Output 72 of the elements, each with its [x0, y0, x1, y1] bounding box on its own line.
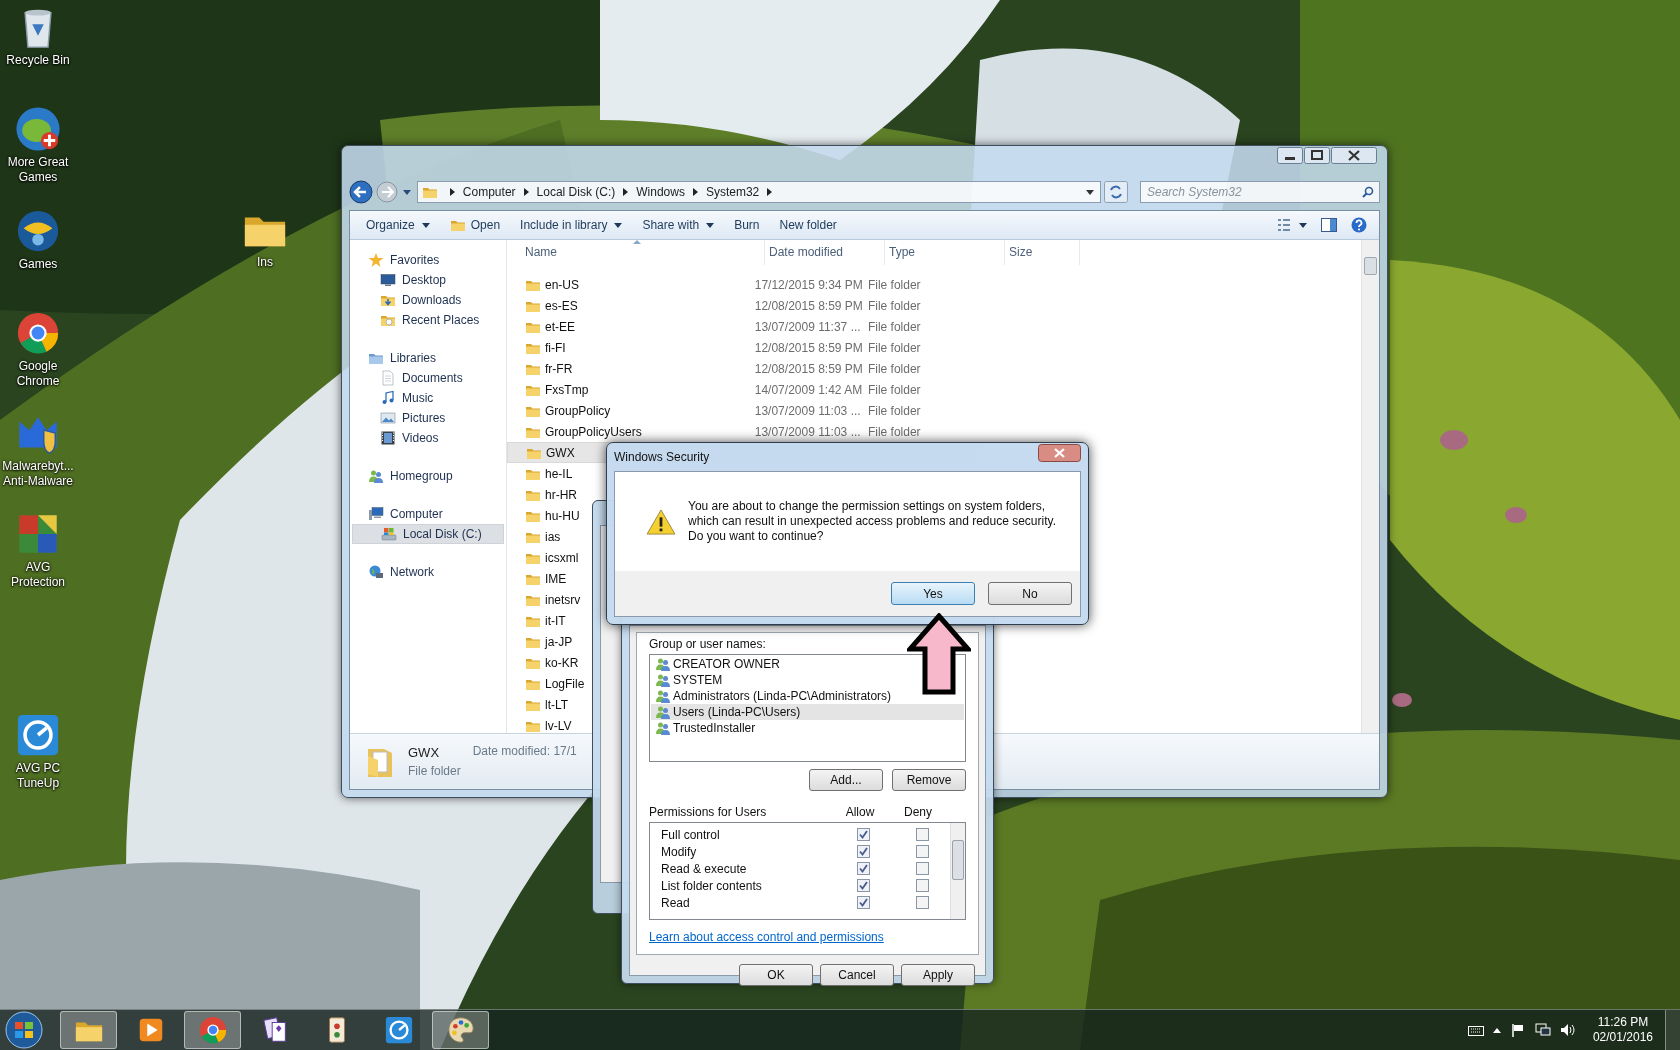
nav-label: Documents [402, 371, 463, 385]
type-cell-text: File folder [866, 382, 922, 397]
file-name: es-ES [545, 298, 578, 313]
file-name: icsxml [545, 550, 579, 565]
file-name: inetsrv [545, 592, 581, 607]
file-name: fr-FR [545, 361, 573, 376]
user-name: TrustedInstaller [673, 721, 756, 735]
file-name: en-US [545, 277, 579, 292]
file-name: et-EE [545, 319, 575, 334]
type-cell-text: File folder [866, 424, 922, 439]
clock-date: 02/01/2016 [1592, 1030, 1653, 1045]
user-name: Users (Linda-PC\Users) [673, 705, 801, 719]
nav-label: Homegroup [390, 469, 453, 483]
date-cell-text: 14/07/2009 1:42 AM [753, 382, 864, 397]
clock-time: 11:26 PM [1597, 1015, 1649, 1030]
file-name: fi-FI [545, 340, 566, 355]
column-header: Deny [903, 805, 933, 819]
item-name: GWX [408, 745, 441, 760]
nav-label: Videos [402, 431, 439, 445]
type-cell-text: File folder [866, 277, 922, 292]
file-name: it-IT [545, 613, 566, 628]
file-name: IME [545, 571, 567, 586]
user-name: SYSTEM [673, 673, 723, 687]
date-cell-text: 12/08/2015 8:59 PM [753, 340, 864, 355]
nav-label: Desktop [402, 273, 447, 287]
type-cell-text: File folder [866, 403, 922, 418]
file-name: ko-KR [545, 655, 579, 670]
type-cell-text: File folder [866, 340, 922, 355]
permission-name: Read & execute [661, 861, 748, 876]
nav-label: Recent Places [402, 313, 480, 327]
nav-label: Network [390, 565, 434, 579]
permissions-label: Permissions for Users [649, 805, 768, 819]
date-modified-text: Date modified: 17/1 [472, 744, 577, 758]
user-name: Administrators (Linda-PC\Administrators) [673, 689, 892, 703]
type-cell-text: File folder [866, 298, 922, 313]
file-name: LogFile [545, 676, 585, 691]
dialog-title: Windows Security [614, 450, 710, 464]
file-name: GroupPolicy [545, 403, 611, 418]
date-cell-text: 12/08/2015 8:59 PM [753, 298, 864, 313]
file-name: hr-HR [545, 487, 577, 502]
file-name: lt-LT [545, 697, 569, 712]
file-name: hu-HU [545, 508, 580, 523]
permission-name: List folder contents [661, 878, 763, 893]
nav-label: Computer [390, 507, 443, 521]
file-name: ja-JP [545, 634, 573, 649]
date-cell-text: 17/12/2015 9:34 PM [753, 277, 864, 292]
nav-label: Libraries [390, 351, 437, 365]
date-cell-text: 12/08/2015 8:59 PM [753, 361, 864, 376]
dialog-message: You are about to change the permission settings on system folders, which can result in unexpected access problems and reduce security. Do you want to continue? [688, 499, 1057, 544]
group-label: Group or user names: [649, 637, 767, 651]
file-name: GWX [546, 445, 575, 460]
nav-label: Downloads [402, 293, 462, 307]
file-name: ias [545, 529, 561, 544]
file-name: lv-LV [545, 718, 572, 733]
type-cell-text: File folder [866, 319, 922, 334]
permission-name: Full control [661, 827, 721, 842]
nav-label: Pictures [402, 411, 446, 425]
permission-name: Modify [661, 844, 698, 859]
column-header: Allow [844, 805, 876, 819]
type-cell-text: File folder [866, 361, 922, 376]
user-name: CREATOR OWNER [673, 657, 780, 671]
date-cell-text: 13/07/2009 11:03 ... [753, 424, 862, 439]
nav-label: Music [402, 391, 434, 405]
file-name: FxsTmp [545, 382, 589, 397]
file-name: GroupPolicyUsers [545, 424, 642, 439]
date-cell-text: 13/07/2009 11:37 ... [753, 319, 862, 334]
permission-name: Read [661, 895, 691, 910]
nav-label: Favorites [390, 253, 440, 267]
date-cell-text: 13/07/2009 11:03 ... [753, 403, 862, 418]
file-name: he-IL [545, 466, 573, 481]
nav-label: Local Disk (C:) [403, 527, 482, 541]
item-type: File folder [408, 764, 461, 778]
